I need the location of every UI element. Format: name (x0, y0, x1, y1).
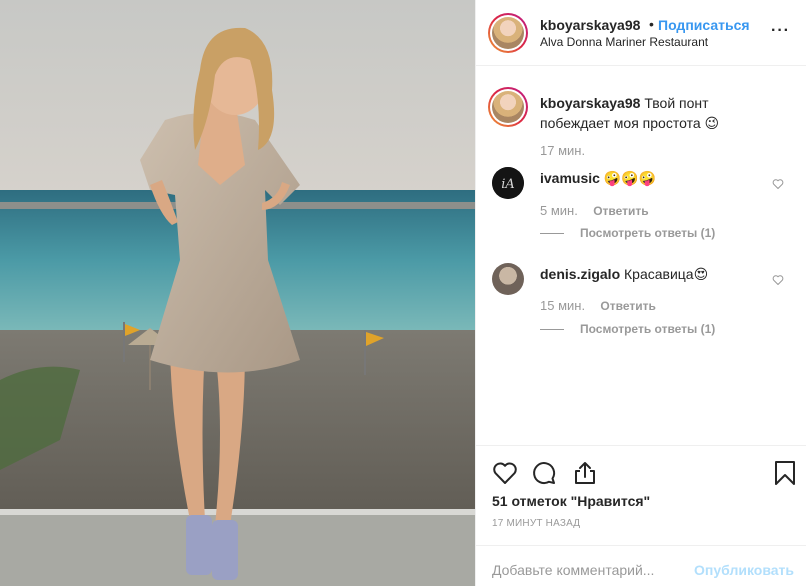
replies-dash (540, 233, 564, 235)
comment: denis.zigalo Красавица😍 (540, 266, 708, 283)
svg-text:iA: iA (501, 177, 515, 192)
comment-time[interactable]: 15 мин. (540, 298, 585, 313)
view-replies-label: Посмотреть ответы (1) (580, 322, 716, 336)
caption-username[interactable]: kboyarskaya98 (540, 95, 640, 111)
post-location[interactable]: Alva Donna Mariner Restaurant (540, 35, 708, 49)
post-photo[interactable] (0, 0, 475, 586)
comment-time[interactable]: 5 мин. (540, 203, 578, 218)
separator-dot: • (649, 16, 654, 32)
reply-button[interactable]: Ответить (593, 204, 648, 218)
post-details-panel: kboyarskaya98 • Подписаться Alva Donna M… (476, 0, 806, 586)
more-options-icon[interactable]: ··· (771, 22, 790, 40)
author-username[interactable]: kboyarskaya98 (540, 17, 640, 33)
comment-icon[interactable] (531, 460, 557, 486)
publish-button[interactable]: Опубликовать (694, 562, 794, 578)
post-image (0, 0, 475, 586)
author-avatar[interactable] (488, 13, 528, 53)
comment-username[interactable]: ivamusic (540, 170, 600, 186)
comment-like-heart-icon[interactable] (772, 178, 784, 190)
bookmark-icon[interactable] (772, 460, 798, 486)
share-icon[interactable] (572, 460, 598, 486)
comment-avatar[interactable]: iA (492, 167, 524, 199)
comment: ivamusic 🤪🤪🤪 (540, 170, 656, 187)
view-replies-button[interactable]: Посмотреть ответы (1) (540, 322, 715, 336)
heart-icon[interactable] (492, 460, 518, 486)
post-timestamp[interactable]: 17 МИНУТ НАЗАД (492, 518, 580, 529)
view-replies-label: Посмотреть ответы (1) (580, 226, 716, 240)
comment-meta: 15 мин. Ответить (540, 298, 656, 313)
comment-username[interactable]: denis.zigalo (540, 266, 620, 282)
view-replies-button[interactable]: Посмотреть ответы (1) (540, 226, 715, 240)
likes-count[interactable]: 51 отметок "Нравится" (492, 493, 650, 509)
comment-like-heart-icon[interactable] (772, 274, 784, 286)
actions-divider (476, 445, 806, 446)
comment-text: Красавица😍 (624, 266, 709, 282)
comment-avatar[interactable] (492, 263, 524, 295)
caption: kboyarskaya98 Твой понт побеждает моя пр… (540, 93, 770, 133)
follow-button[interactable]: Подписаться (658, 17, 750, 33)
comment-meta: 5 мин. Ответить (540, 203, 649, 218)
comment-text: 🤪🤪🤪 (603, 170, 657, 186)
caption-avatar[interactable] (488, 87, 528, 127)
caption-time[interactable]: 17 мин. (540, 143, 585, 158)
reply-button[interactable]: Ответить (600, 299, 655, 313)
replies-dash (540, 329, 564, 331)
add-comment-input[interactable] (492, 562, 692, 578)
